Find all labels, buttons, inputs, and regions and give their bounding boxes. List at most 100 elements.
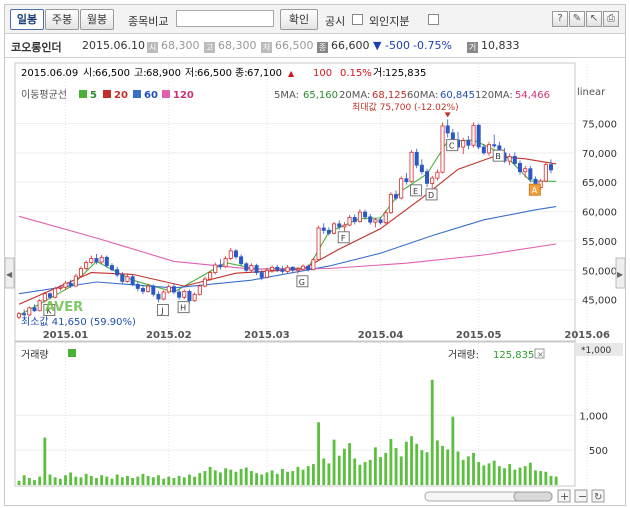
volume-bar — [461, 459, 465, 485]
volume-bar — [270, 470, 274, 485]
candle — [115, 269, 120, 276]
candle — [182, 290, 187, 298]
candle — [383, 212, 388, 224]
open-icon: 시 — [147, 42, 158, 53]
candle — [187, 290, 192, 302]
reset-icon: ↻ — [594, 492, 602, 503]
candle — [239, 256, 244, 265]
volume-bar — [95, 478, 98, 485]
candle — [213, 264, 218, 273]
candle — [311, 259, 316, 271]
volume-bar — [466, 456, 470, 485]
volume-bar — [250, 471, 253, 485]
pen-icon[interactable]: ✎ — [569, 11, 585, 27]
candle — [218, 264, 223, 268]
candle — [492, 144, 497, 147]
volume-bar — [239, 468, 243, 485]
confirm-button[interactable]: 확인 — [280, 9, 318, 30]
zoom-in-icon: + — [560, 490, 569, 503]
volume-bar — [182, 477, 186, 485]
left-arrow-icon: ◀ — [6, 270, 13, 279]
foreign-ownership-label: 외인지분 — [369, 15, 410, 28]
close-icon: 종 — [317, 42, 328, 53]
volume-bar — [131, 478, 135, 485]
candle — [295, 268, 300, 271]
stock-chart[interactable]: K J HGFE DCBA 45,00050,00055,00060,00065,00… — [5, 58, 625, 505]
volume-bar — [17, 480, 21, 485]
volume-bar — [358, 464, 362, 485]
compare-input[interactable] — [176, 10, 274, 27]
volume-bar — [404, 441, 408, 485]
candle — [68, 282, 73, 287]
cursor-icon[interactable]: ↖ — [586, 11, 602, 27]
candle — [275, 266, 280, 271]
candle — [321, 227, 326, 231]
volume-bar — [27, 478, 31, 485]
candle — [357, 211, 362, 222]
candle — [285, 266, 290, 272]
date-tick-label: 2015.05 — [456, 330, 502, 341]
volume-bar — [384, 452, 388, 485]
marker-label: E — [413, 187, 418, 196]
stock-name: 코오롱인더 — [11, 41, 62, 54]
candle — [22, 313, 27, 316]
candle — [156, 293, 161, 300]
print-icon[interactable]: ⎙ — [603, 11, 619, 27]
marker-label: D — [428, 191, 434, 200]
volume-bar — [311, 464, 315, 485]
volume-bar — [306, 466, 310, 485]
candle — [363, 211, 368, 218]
chart-window: 일봉 주봉 월봉 종목비교 확인 공시 외인지분 ? ✎ ↖ ⎙ 코오롱인더 2… — [4, 4, 626, 506]
candle — [337, 223, 342, 228]
header-up-arrow-icon: ▲ — [288, 69, 295, 78]
candle — [394, 194, 399, 199]
candle — [445, 125, 450, 134]
scale-label[interactable]: linear — [577, 87, 606, 98]
volume-bar — [301, 469, 305, 485]
price-change: -500 — [385, 39, 410, 52]
question-icon[interactable]: ? — [552, 11, 568, 27]
volume-bar — [415, 443, 419, 485]
scrollbar-thumb[interactable] — [513, 491, 553, 502]
volume-bar — [188, 474, 191, 485]
candle — [548, 164, 554, 171]
candle — [202, 278, 207, 287]
tab-daily[interactable]: 일봉 — [10, 9, 44, 30]
volume-bar — [146, 475, 150, 485]
ma20-readout: 68,125 — [372, 90, 407, 101]
marker-label: H — [180, 304, 186, 313]
volume-bar — [120, 477, 124, 485]
volume-bar — [497, 466, 501, 485]
candle — [78, 268, 83, 277]
volume-bar — [208, 466, 212, 485]
volume-bar — [492, 460, 496, 485]
volume-bar — [157, 475, 160, 485]
volume-bar — [534, 470, 537, 485]
ma60-readout-label: 60MA: — [407, 90, 438, 101]
volume-bar — [508, 464, 512, 485]
candle — [404, 178, 409, 183]
volume-bar — [291, 471, 295, 485]
foreign-ownership-checkbox[interactable] — [428, 14, 439, 25]
volume-close-glyph: × — [537, 350, 544, 359]
volume-bar — [38, 476, 42, 485]
marker-label: C — [449, 142, 455, 151]
tab-weekly[interactable]: 주봉 — [45, 9, 79, 30]
ma5-legend: 5 — [90, 90, 97, 101]
volume-bar — [110, 478, 114, 485]
volume-bar — [394, 448, 398, 485]
volume-bar — [255, 473, 259, 485]
price-info-bar: 코오롱인더 2015.06.10 시 68,300 고 68,300 저 66,500… — [5, 34, 625, 58]
candle — [435, 171, 440, 179]
tab-monthly[interactable]: 월봉 — [80, 9, 114, 30]
candle — [461, 140, 466, 148]
volume-bar — [353, 458, 357, 485]
header-high: 68,900 — [146, 68, 181, 79]
volume-bar — [229, 469, 233, 485]
candle — [120, 274, 125, 282]
notice-checkbox[interactable] — [352, 14, 363, 25]
header-volume-label: 거: — [373, 67, 386, 79]
candle — [368, 216, 373, 223]
open-price: 시 68,300 — [147, 39, 200, 53]
candle — [140, 288, 145, 292]
